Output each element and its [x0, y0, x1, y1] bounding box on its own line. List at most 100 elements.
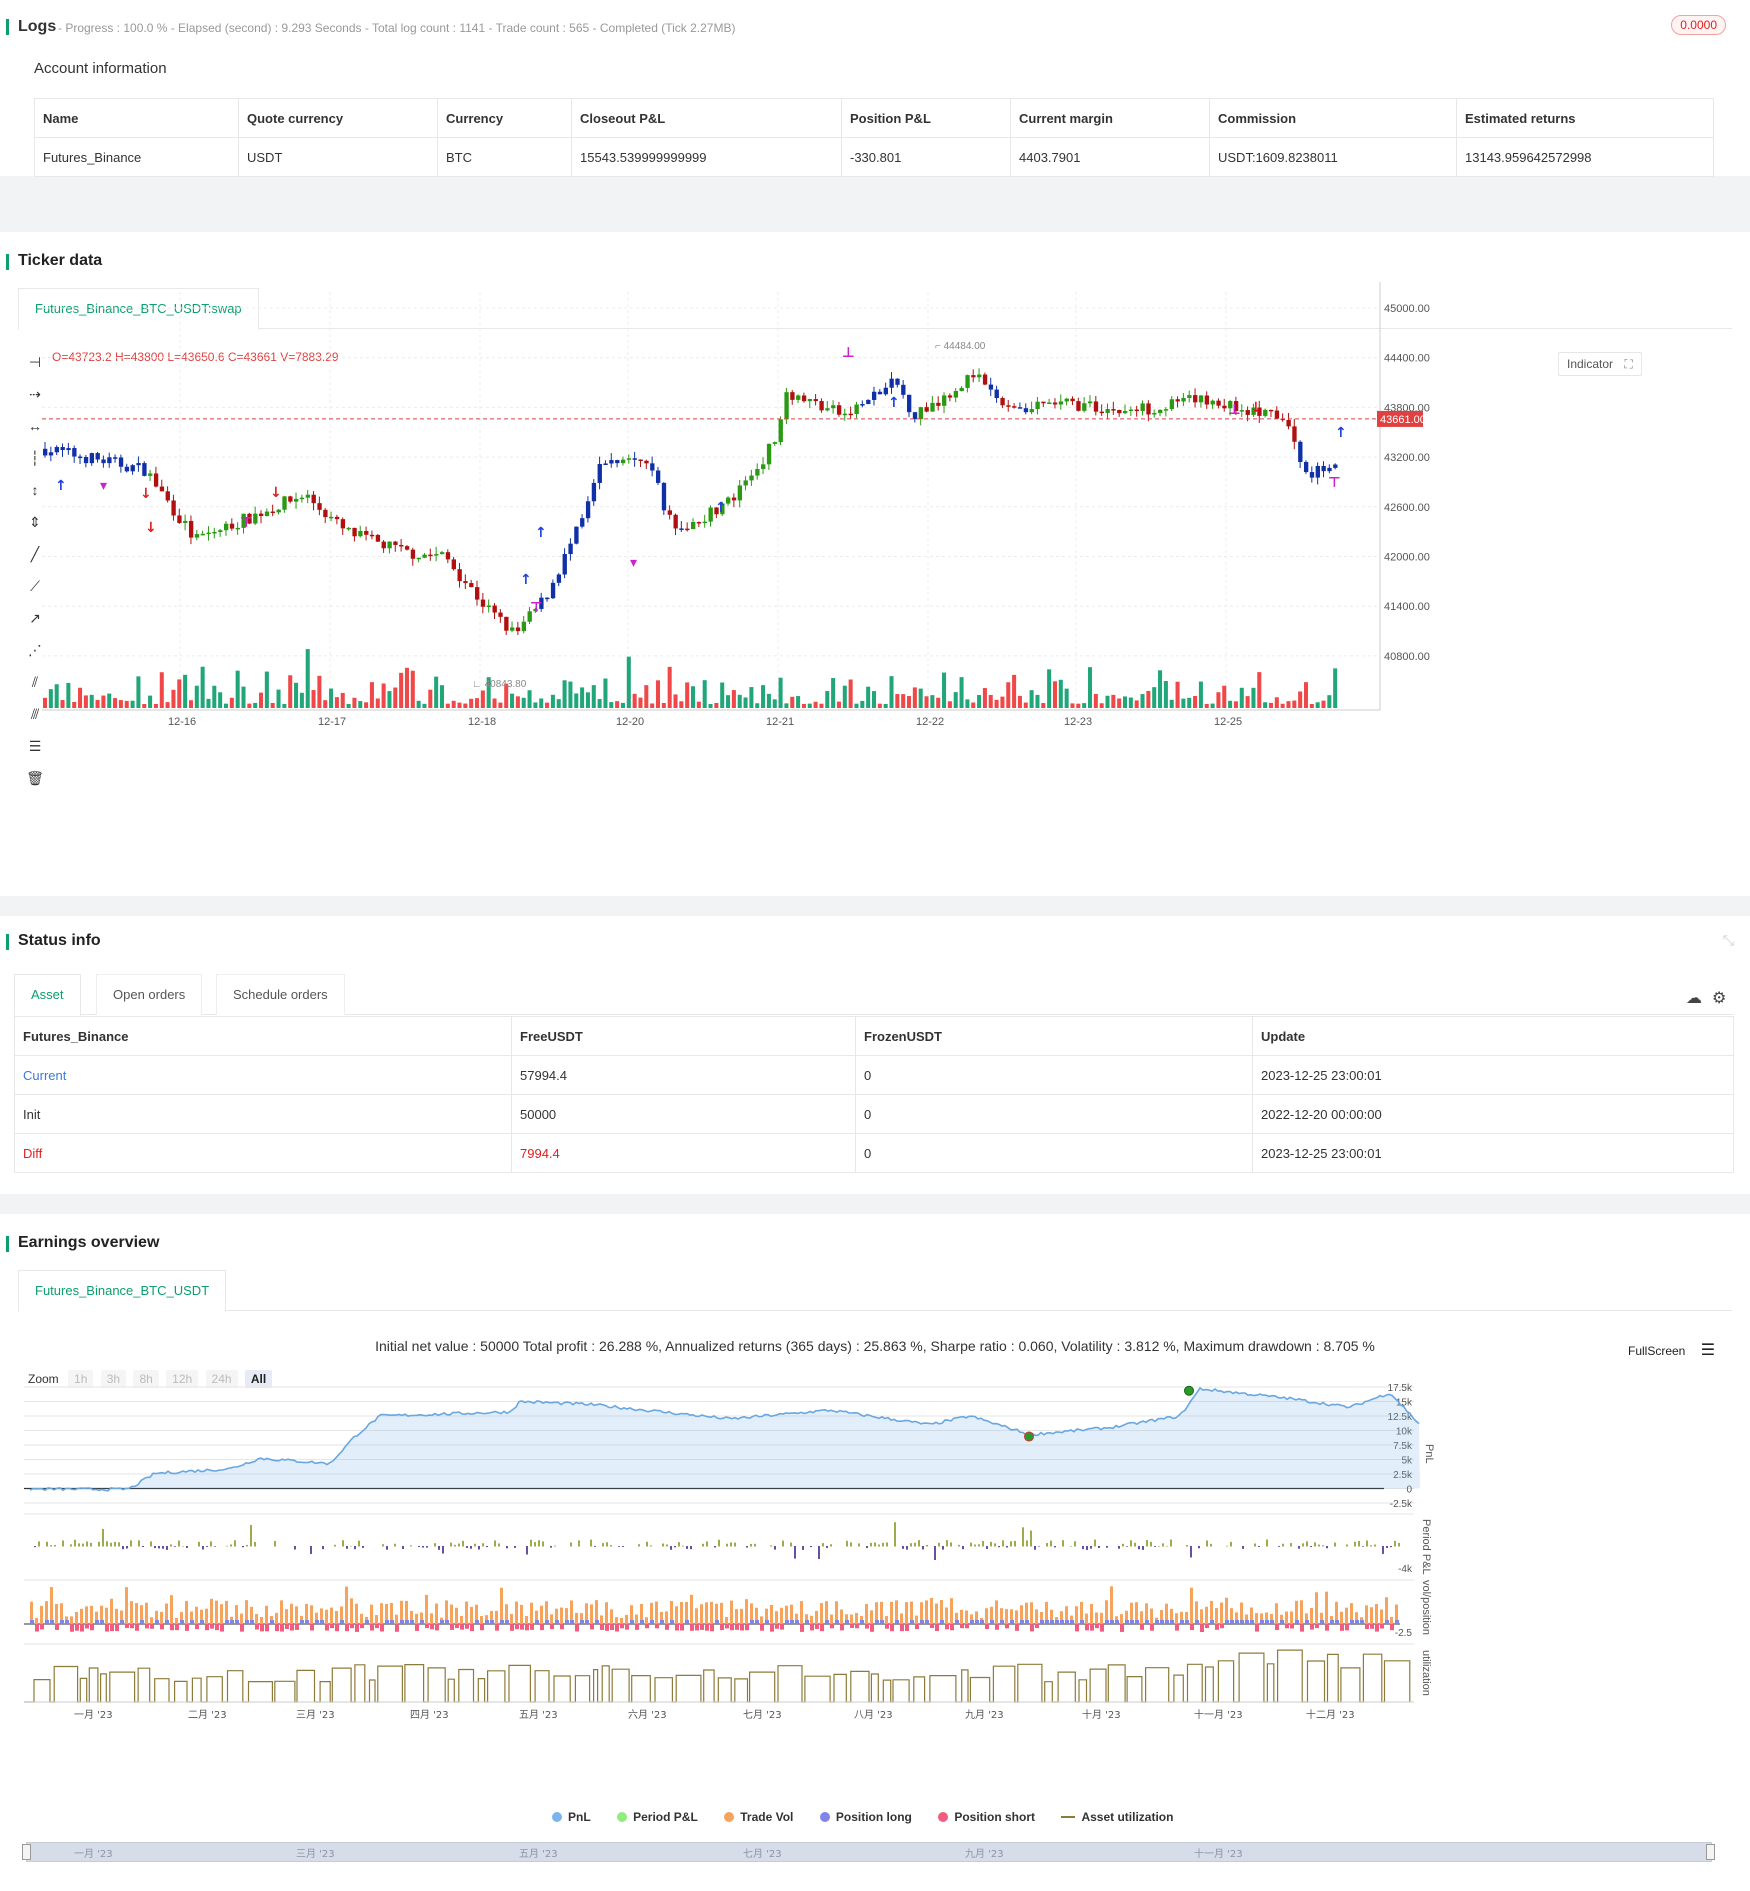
- trade-vol-bar: [370, 1604, 373, 1624]
- position-short-bar: [885, 1624, 889, 1629]
- legend-pnl[interactable]: PnL: [552, 1810, 591, 1824]
- asset-row-init: Init 50000 0 2022-12-20 00:00:00: [14, 1094, 1734, 1134]
- position-short-bar: [675, 1624, 679, 1631]
- volume-bar: [924, 696, 929, 708]
- trade-vol-bar: [415, 1613, 418, 1624]
- fibonacci-icon[interactable]: ☰: [24, 738, 46, 754]
- volume-bar: [451, 700, 456, 708]
- period-pnl-bar: [38, 1541, 40, 1547]
- trade-vol-bar: [1110, 1586, 1113, 1624]
- cloud-download-icon[interactable]: ☁: [1686, 988, 1702, 1008]
- volume-bar: [364, 702, 369, 708]
- position-long-bar: [1050, 1620, 1054, 1624]
- price-line-icon[interactable]: ⋰: [24, 642, 46, 658]
- volume-bar: [1216, 692, 1221, 708]
- vertical-ray-icon[interactable]: ↕: [24, 482, 46, 498]
- position-long-bar: [1185, 1620, 1189, 1624]
- earnings-chart[interactable]: 17.5k15k12.5k10k7.5k5k2.5k0-2.5kPnL-4kPe…: [0, 1214, 1750, 1891]
- position-short-bar: [1095, 1624, 1099, 1629]
- vertical-segment-icon[interactable]: ⇕: [24, 514, 46, 530]
- trend-line-icon[interactable]: ╱: [24, 546, 46, 562]
- legend-asset-utilization[interactable]: Asset utilization: [1061, 1810, 1173, 1824]
- trade-signal-marker: ↑: [535, 525, 547, 541]
- tab-asset[interactable]: Asset: [14, 974, 81, 1017]
- candle-body: [264, 511, 270, 517]
- volume-bar: [416, 700, 421, 708]
- candle-body: [282, 496, 287, 510]
- period-pnl-bar: [198, 1541, 200, 1547]
- candle-body: [1146, 403, 1151, 415]
- candle-body: [691, 521, 696, 530]
- position-short-bar: [960, 1624, 964, 1629]
- account-table: Name Quote currency Currency Closeout P&…: [34, 98, 1714, 177]
- navigator-month-label: 七月 '23: [743, 1849, 782, 1860]
- volume-bar: [889, 676, 894, 708]
- candle-body: [977, 374, 982, 378]
- trash-icon[interactable]: 🗑: [24, 770, 46, 786]
- volume-bar: [165, 702, 170, 708]
- td-estimated-returns: 13143.959642572998: [1456, 137, 1714, 177]
- horizontal-ray-icon[interactable]: ⇢: [24, 386, 46, 402]
- position-short-bar: [195, 1624, 199, 1630]
- period-pnl-bar: [1134, 1542, 1136, 1547]
- position-long-bar: [785, 1620, 789, 1624]
- candle-body: [813, 399, 818, 402]
- legend-position-short[interactable]: Position short: [938, 1810, 1035, 1824]
- date-tick-label: 12-23: [1064, 716, 1092, 728]
- candle-body: [1152, 413, 1157, 415]
- tab-ticker-swap[interactable]: Futures_Binance_BTC_USDT:swap: [18, 288, 259, 331]
- legend-period-pnl[interactable]: Period P&L: [617, 1810, 698, 1824]
- tab-open-orders[interactable]: Open orders: [96, 974, 203, 1015]
- period-pnl-bar: [70, 1544, 72, 1547]
- legend-position-long[interactable]: Position long: [819, 1810, 912, 1824]
- horizontal-segment-icon[interactable]: ↔: [24, 418, 46, 434]
- date-tick-label: 12-17: [318, 716, 346, 728]
- navigator-labels: 一月 '23 三月 '23 五月 '23 七月 '23 九月 '23 十一月 '23: [0, 1844, 1750, 1860]
- horizontal-line-icon[interactable]: ⊣: [24, 354, 46, 370]
- th-update: Update: [1252, 1016, 1734, 1056]
- settings-gear-icon[interactable]: ⚙: [1712, 988, 1726, 1008]
- position-long-bar: [585, 1620, 589, 1624]
- candle-body: [959, 387, 964, 392]
- candle-body: [451, 559, 456, 570]
- volume-bar: [428, 689, 433, 708]
- period-pnl-bar: [886, 1542, 888, 1547]
- volume-bar: [445, 703, 450, 708]
- position-long-bar: [925, 1620, 929, 1624]
- expand-icon[interactable]: ⛶: [1624, 357, 1632, 371]
- channel-icon[interactable]: ⫻: [24, 706, 46, 722]
- volume-bar: [510, 693, 515, 708]
- indicator-button[interactable]: Indicator ⛶: [1558, 352, 1642, 376]
- trade-vol-bar: [210, 1598, 213, 1624]
- collapse-icon[interactable]: ⤡: [1723, 932, 1734, 949]
- ticker-chart[interactable]: 45000.0044400.0043800.0043200.0042600.00…: [0, 232, 1750, 896]
- volume-bar: [118, 700, 123, 708]
- arrow-line-icon[interactable]: ↗: [24, 610, 46, 626]
- parallel-line-icon[interactable]: ⫽: [24, 674, 46, 690]
- legend-trade-vol[interactable]: Trade Vol: [724, 1810, 793, 1824]
- volume-bar: [439, 685, 445, 708]
- trade-vol-bar: [1150, 1608, 1153, 1624]
- period-pnl-bar: [986, 1546, 988, 1549]
- candle-body: [1105, 409, 1110, 413]
- period-pnl-bar: [978, 1544, 980, 1547]
- volume-bar: [650, 703, 655, 708]
- trade-vol-bar: [665, 1611, 668, 1624]
- trade-vol-bar: [710, 1601, 713, 1624]
- volume-bar: [1158, 670, 1163, 708]
- ray-line-icon[interactable]: ⟋: [24, 578, 46, 594]
- trade-vol-bar: [830, 1614, 833, 1624]
- period-pnl-bar: [1346, 1544, 1348, 1547]
- trade-vol-bar: [355, 1603, 358, 1624]
- trade-vol-bar: [105, 1607, 108, 1624]
- trade-vol-bar: [735, 1609, 738, 1624]
- position-long-bar: [445, 1620, 449, 1624]
- trade-vol-bar: [375, 1615, 378, 1624]
- tab-schedule-orders[interactable]: Schedule orders: [216, 974, 345, 1015]
- position-long-bar: [1295, 1620, 1299, 1624]
- trade-vol-bar: [110, 1598, 113, 1624]
- position-long-bar: [1135, 1620, 1139, 1624]
- period-pnl-bar: [718, 1539, 720, 1547]
- volume-bar: [194, 685, 199, 708]
- vertical-line-icon[interactable]: ┆: [24, 450, 46, 466]
